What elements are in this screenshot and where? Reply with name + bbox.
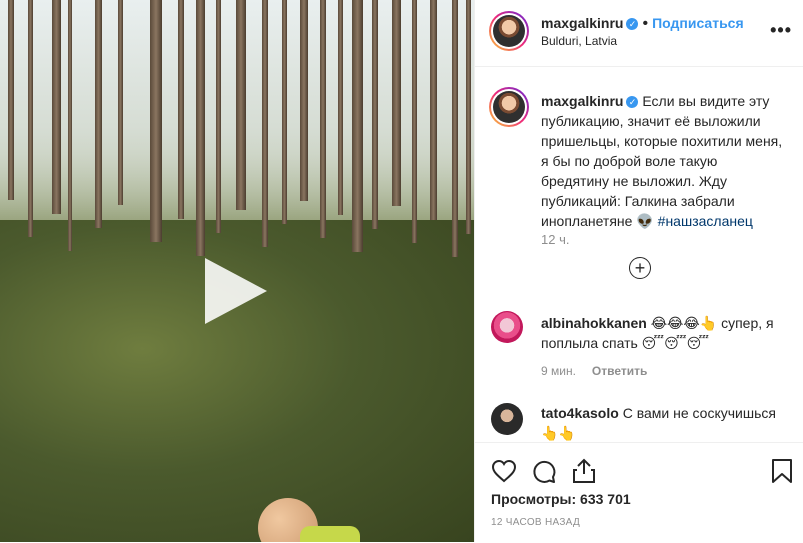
post-actions: Просмотры: 633 701 12 ЧАСОВ НАЗАД xyxy=(475,442,803,543)
verified-icon: ✓ xyxy=(626,17,639,30)
posted-time[interactable]: 12 ЧАСОВ НАЗАД xyxy=(491,517,580,528)
video-sleeve xyxy=(300,526,360,542)
comment-time: 9 мин. xyxy=(541,364,576,378)
tree-trunk xyxy=(236,0,246,210)
caption-username[interactable]: maxgalkinru xyxy=(541,93,623,109)
separator-dot: • xyxy=(642,15,649,32)
comment: tato4kasolo С вами не соскучишься 👆👆 xyxy=(541,403,786,443)
author-username[interactable]: maxgalkinru xyxy=(541,15,623,31)
heart-icon[interactable] xyxy=(491,459,517,483)
post-caption: maxgalkinru ✓ Если вы видите эту публикац… xyxy=(541,91,786,231)
hashtag-link[interactable]: #нашзасланец xyxy=(658,213,753,229)
tree-trunk xyxy=(196,0,205,256)
tree-trunk xyxy=(372,0,378,229)
views-value: 633 701 xyxy=(576,491,631,507)
comment-meta: 9 мин. Ответить xyxy=(541,364,647,378)
tree-trunk xyxy=(320,0,326,238)
follow-button[interactable]: Подписаться xyxy=(652,15,744,31)
more-options-icon[interactable]: ••• xyxy=(770,20,792,41)
tree-trunk xyxy=(352,0,363,252)
post-header: maxgalkinru ✓ • Подписаться Bulduri, Latvia… xyxy=(475,0,803,67)
tree-trunk xyxy=(392,0,401,206)
tree-trunk xyxy=(95,0,102,228)
tree-trunk xyxy=(28,0,33,237)
reply-button[interactable]: Ответить xyxy=(592,364,647,378)
tree-trunk xyxy=(466,0,471,234)
bookmark-icon[interactable] xyxy=(771,458,793,484)
views-count: Просмотры: 633 701 xyxy=(491,491,631,507)
caption-avatar[interactable] xyxy=(489,87,529,127)
commenter-avatar[interactable] xyxy=(491,311,523,343)
comment-username[interactable]: albinahokkanen xyxy=(541,315,647,331)
play-icon[interactable] xyxy=(205,258,267,324)
author-avatar[interactable] xyxy=(489,11,529,51)
share-icon[interactable] xyxy=(571,457,597,485)
post-video[interactable] xyxy=(0,0,474,542)
author-line: maxgalkinru ✓ • Подписаться xyxy=(541,15,744,33)
tree-trunk xyxy=(150,0,162,242)
caption-verified-icon: ✓ xyxy=(626,96,639,109)
comment: albinahokkanen 😂😂😂👆 супер, я поплыла спа… xyxy=(541,313,786,353)
commenter-avatar[interactable] xyxy=(491,403,523,435)
comment-username[interactable]: tato4kasolo xyxy=(541,405,619,421)
tree-trunk xyxy=(216,0,221,233)
post-location[interactable]: Bulduri, Latvia xyxy=(541,34,617,48)
tree-trunk xyxy=(300,0,308,201)
tree-trunk xyxy=(412,0,417,243)
views-label: Просмотры: xyxy=(491,491,577,507)
caption-time: 12 ч. xyxy=(541,232,570,247)
tree-trunk xyxy=(8,0,14,200)
tree-trunk xyxy=(338,0,343,215)
caption-text: Если вы видите эту публикацию, значит её… xyxy=(541,93,783,229)
tree-trunk xyxy=(282,0,287,224)
tree-trunk xyxy=(68,0,72,251)
tree-trunk xyxy=(430,0,437,220)
post-sidebar: maxgalkinru ✓ • Подписаться Bulduri, Latvia… xyxy=(474,0,803,542)
comment-icon[interactable] xyxy=(531,459,557,485)
tree-trunk xyxy=(52,0,61,214)
tree-trunk xyxy=(262,0,268,247)
tree-trunk xyxy=(118,0,123,205)
tree-trunk xyxy=(178,0,184,219)
plus-circle-icon[interactable]: + xyxy=(629,257,651,279)
tree-trunk xyxy=(452,0,458,257)
